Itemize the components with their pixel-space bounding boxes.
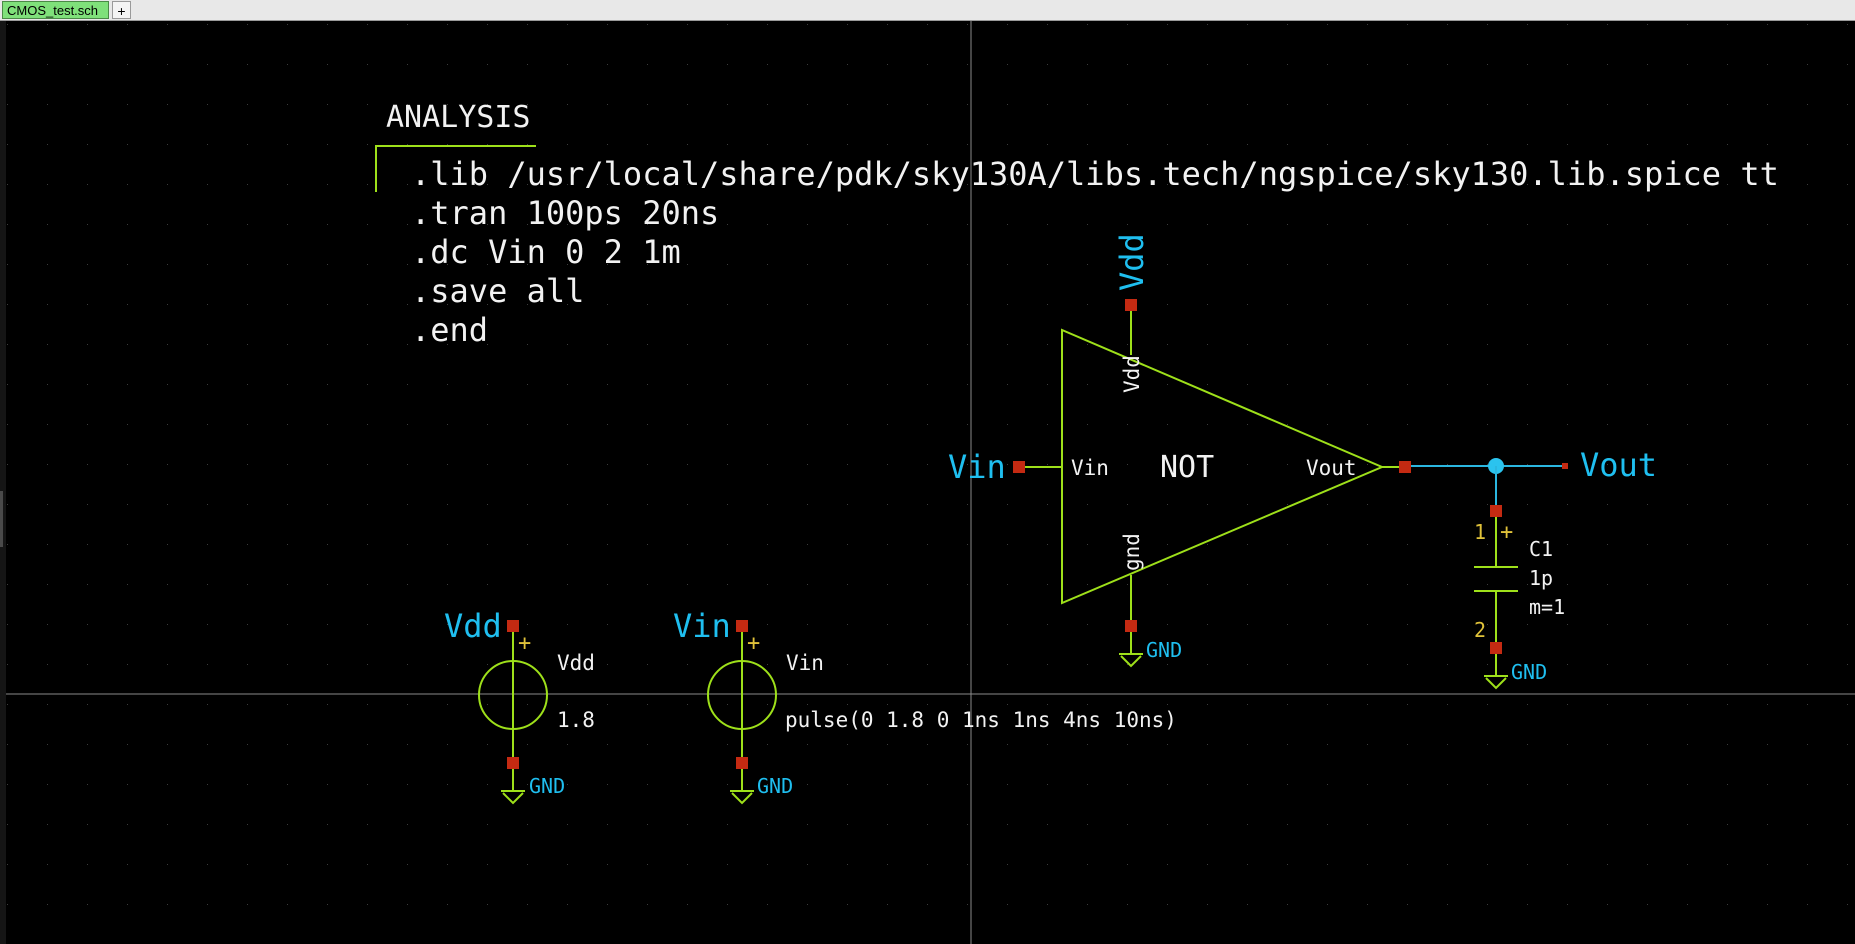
- vdd-source-pin-minus[interactable]: [507, 757, 519, 769]
- analysis-title: ANALYSIS: [386, 100, 531, 135]
- vin-source-pin-minus[interactable]: [736, 757, 748, 769]
- not-pin-vdd-label: Vdd: [1120, 355, 1144, 393]
- vin-source-plus: +: [747, 631, 760, 656]
- not-vin-pin[interactable]: [1013, 461, 1025, 473]
- net-label-vout[interactable]: Vout: [1580, 446, 1657, 484]
- analysis-line-end: .end: [411, 311, 488, 349]
- cap-value: 1p: [1529, 566, 1553, 590]
- not-gnd-pin[interactable]: [1125, 620, 1137, 632]
- not-pin-vin-label: Vin: [1071, 456, 1109, 480]
- cap-pin-2[interactable]: [1490, 642, 1502, 654]
- cap-pin-1-number: 1: [1474, 520, 1486, 544]
- not-gate-name: NOT: [1160, 450, 1214, 485]
- not-pin-gnd-label: gnd: [1120, 533, 1144, 571]
- not-pin-vout-label: Vout: [1306, 456, 1357, 480]
- not-gnd-label: GND: [1146, 638, 1182, 662]
- cap-mult: m=1: [1529, 595, 1565, 619]
- vin-gnd-label: GND: [757, 774, 793, 798]
- vdd-source-name: Vdd: [557, 651, 595, 675]
- not-vdd-pin[interactable]: [1125, 299, 1137, 311]
- vin-source-value: pulse(0 1.8 0 1ns 1ns 4ns 10ns): [785, 708, 1177, 732]
- cap-plus-sign: +: [1500, 520, 1513, 545]
- vdd-gnd-label: GND: [529, 774, 565, 798]
- cap-pin-1[interactable]: [1490, 505, 1502, 517]
- cap-name: C1: [1529, 537, 1553, 561]
- cap-gnd-label: GND: [1511, 660, 1547, 684]
- vdd-source-plus: +: [518, 631, 531, 656]
- analysis-line-tran: .tran 100ps 20ns: [411, 194, 719, 232]
- analysis-line-dc: .dc Vin 0 2 1m: [411, 233, 681, 271]
- net-label-vin[interactable]: Vin: [948, 448, 1006, 486]
- analysis-line-save: .save all: [411, 272, 584, 310]
- vin-source-net-label: Vin: [673, 607, 731, 645]
- analysis-line-lib: .lib /usr/local/share/pdk/sky130A/libs.t…: [411, 155, 1779, 193]
- vdd-source-value: 1.8: [557, 708, 595, 732]
- cap-pin-2-number: 2: [1474, 618, 1486, 642]
- vin-source-name: Vin: [786, 651, 824, 675]
- schematic-canvas[interactable]: ANALYSIS .lib /usr/local/share/pdk/sky13…: [0, 0, 1855, 944]
- not-vout-pin[interactable]: [1399, 461, 1411, 473]
- vout-net-terminal[interactable]: [1562, 463, 1568, 469]
- net-label-vdd-top[interactable]: Vdd: [1113, 233, 1151, 291]
- vdd-source-net-label: Vdd: [444, 607, 502, 645]
